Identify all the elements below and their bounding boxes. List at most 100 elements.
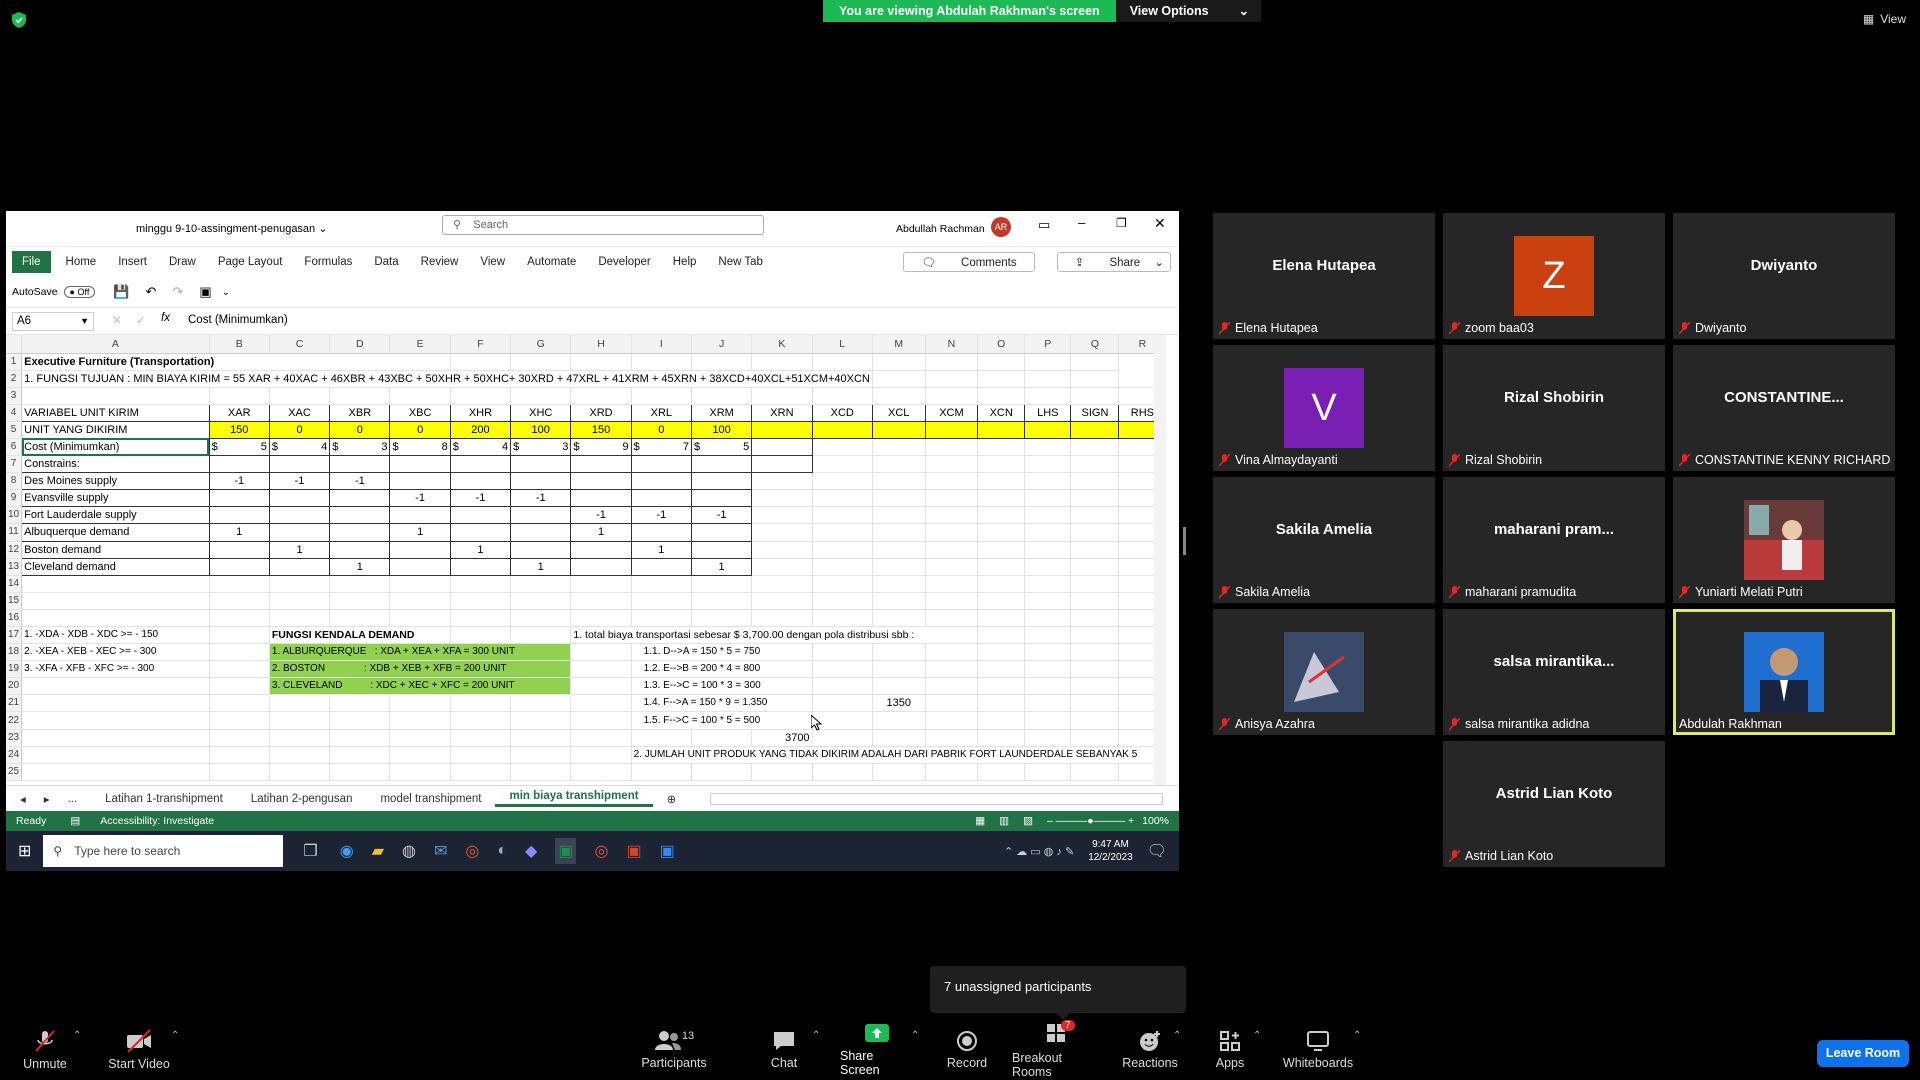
cell[interactable]: $7	[630, 437, 692, 457]
edge-icon[interactable]: ◉	[340, 841, 354, 861]
select-all[interactable]	[6, 335, 23, 354]
cell[interactable]: VARIABEL UNIT KIRIM	[21, 403, 210, 422]
col-header[interactable]: J	[691, 335, 753, 354]
col-header[interactable]: O	[977, 335, 1026, 354]
col-header[interactable]: K	[751, 335, 813, 354]
cell[interactable]: 1350	[872, 694, 926, 713]
reactions-button[interactable]: Reactions	[1122, 1020, 1178, 1080]
col-header[interactable]: G	[510, 335, 572, 354]
tab-data[interactable]: Data	[374, 256, 398, 268]
next-sheet-icon[interactable]: ▸	[40, 792, 54, 806]
file-title[interactable]: minggu 9-10-assingment-penugasan ⌄	[136, 222, 327, 235]
split-handle[interactable]	[1183, 527, 1186, 555]
tab-review[interactable]: Review	[421, 256, 459, 268]
page-break-icon[interactable]: ▧	[1023, 815, 1033, 827]
cell[interactable]: 100	[690, 420, 753, 439]
cell[interactable]: 1.5. F-->C = 100 * 5 = 500	[631, 711, 813, 730]
view-options-button[interactable]: View Options ⌄	[1115, 0, 1262, 22]
col-header[interactable]: Q	[1070, 335, 1120, 354]
cell[interactable]: $5	[690, 437, 753, 457]
col-header[interactable]: L	[812, 335, 873, 354]
cell[interactable]: XBR	[329, 403, 391, 422]
audio-options-caret-icon[interactable]: ⌃	[73, 1030, 81, 1041]
share-caret-icon[interactable]: ⌃	[911, 1030, 919, 1041]
col-header[interactable]: N	[925, 335, 979, 354]
prev-sheet-icon[interactable]: ◂	[6, 792, 40, 806]
user-avatar[interactable]: AR	[991, 217, 1011, 237]
cell[interactable]: 3. -XFA - XFB - XFC >= - 300	[21, 660, 210, 679]
sheet-tab[interactable]: Latihan 2-pengusan	[237, 793, 367, 805]
normal-view-icon[interactable]: ▦	[975, 815, 985, 827]
zoom-slider[interactable]: – ———●——— +	[1047, 815, 1134, 827]
cell[interactable]: $8	[389, 437, 451, 457]
cell[interactable]: Fort Lauderdale supply	[21, 506, 210, 525]
cell-a6-selected[interactable]: Cost (Minimumkan)	[21, 437, 210, 457]
col-header[interactable]: H	[570, 335, 632, 354]
cell[interactable]: XHR	[449, 403, 512, 422]
reactions-caret-icon[interactable]: ⌃	[1173, 1030, 1181, 1041]
tab-file[interactable]: File	[12, 251, 51, 273]
macro-icon[interactable]: ▤	[70, 815, 80, 827]
tab-formulas[interactable]: Formulas	[304, 256, 352, 268]
cell[interactable]: Boston demand	[21, 540, 210, 559]
whiteboards-button[interactable]: Whiteboards	[1282, 1020, 1354, 1080]
cell[interactable]: XRM	[690, 403, 753, 422]
cell[interactable]: XHC	[510, 403, 572, 422]
share-button[interactable]: ⇪ Share ⌄	[1056, 252, 1171, 272]
ribbon-display-icon[interactable]: ▭	[1038, 217, 1050, 233]
taskbar-search[interactable]: ⚲ Type here to search	[43, 835, 284, 867]
powerpoint-icon[interactable]: ▣	[626, 841, 641, 861]
cell[interactable]: 0	[630, 420, 692, 439]
cell[interactable]: $5	[208, 437, 270, 457]
tab-view[interactable]: View	[480, 256, 505, 268]
undo-icon[interactable]: ↶	[146, 284, 157, 300]
cell[interactable]: 0	[389, 420, 451, 439]
cell[interactable]: 150	[208, 420, 270, 439]
cell[interactable]: 0	[329, 420, 391, 439]
cell[interactable]: $4	[449, 437, 512, 457]
col-header[interactable]: P	[1024, 335, 1072, 354]
participant-tile-active-speaker[interactable]: Abdulah Rakhman	[1673, 609, 1895, 735]
zoom-level[interactable]: 100%	[1142, 815, 1169, 827]
cell[interactable]: 3. CLEVELAND : XDC + XEC + XFC = 200 UNI…	[269, 677, 572, 696]
participant-tile[interactable]: maharani pram... maharani pramudita	[1443, 477, 1665, 603]
form-icon[interactable]: ▣	[199, 284, 211, 300]
accessibility-button[interactable]: Accessibility: Investigate	[100, 815, 214, 827]
save-icon[interactable]: 💾	[113, 284, 129, 300]
participant-tile[interactable]: Astrid Lian Koto Astrid Lian Koto	[1443, 741, 1665, 867]
excel-icon[interactable]: ▣	[555, 838, 577, 864]
redo-icon[interactable]: ↷	[172, 284, 183, 300]
search-box[interactable]: ⚲ Search	[442, 215, 764, 235]
col-header[interactable]: I	[631, 335, 692, 354]
sheet-tab[interactable]: Latihan 1-transhipment	[91, 793, 237, 805]
chat-caret-icon[interactable]: ⌃	[812, 1030, 820, 1041]
participant-tile[interactable]: Rizal Shobirin Rizal Shobirin	[1443, 345, 1665, 471]
cell[interactable]: XBC	[389, 403, 451, 422]
record-button[interactable]: Record	[944, 1020, 990, 1080]
cell[interactable]: 100	[510, 420, 572, 439]
apps-caret-icon[interactable]: ⌃	[1253, 1030, 1261, 1041]
cell[interactable]: XRD	[570, 403, 632, 422]
cell[interactable]: XCD	[811, 403, 873, 422]
tab-draw[interactable]: Draw	[169, 256, 196, 268]
sheet-tab-active[interactable]: min biaya transhipment	[495, 790, 653, 807]
col-header[interactable]: C	[269, 335, 331, 354]
cell[interactable]: 1.4. F-->A = 150 * 9 = 1.350	[631, 694, 813, 713]
participant-tile[interactable]: Z zoom baa03	[1443, 213, 1665, 339]
cell[interactable]: XRN	[751, 403, 813, 422]
cell[interactable]: XCM	[924, 403, 979, 422]
col-header[interactable]: B	[209, 335, 270, 354]
participant-tile[interactable]: V Vina Almaydayanti	[1213, 345, 1435, 471]
minimize-icon[interactable]: –	[1078, 215, 1085, 230]
security-shield-icon[interactable]	[12, 12, 26, 28]
file-explorer-icon[interactable]: ▰	[372, 841, 384, 861]
cell[interactable]: XAC	[268, 403, 331, 422]
cell[interactable]: 1. -XDA - XDB - XDC >= - 150	[21, 626, 210, 645]
spreadsheet-grid[interactable]: A B C D E F G H I J K L M N O P Q R 1 Ex…	[6, 335, 1167, 785]
cell[interactable]: 2. JUMLAH UNIT PRODUK YANG TIDAK DIKIRIM…	[631, 746, 1167, 764]
comments-button[interactable]: 🗨 Comments	[903, 252, 1035, 272]
more-sheets[interactable]: ...	[54, 793, 92, 805]
tab-developer[interactable]: Developer	[598, 256, 650, 268]
insert-function-icon[interactable]: fx	[161, 312, 170, 324]
restore-icon[interactable]: ❐	[1116, 216, 1127, 230]
